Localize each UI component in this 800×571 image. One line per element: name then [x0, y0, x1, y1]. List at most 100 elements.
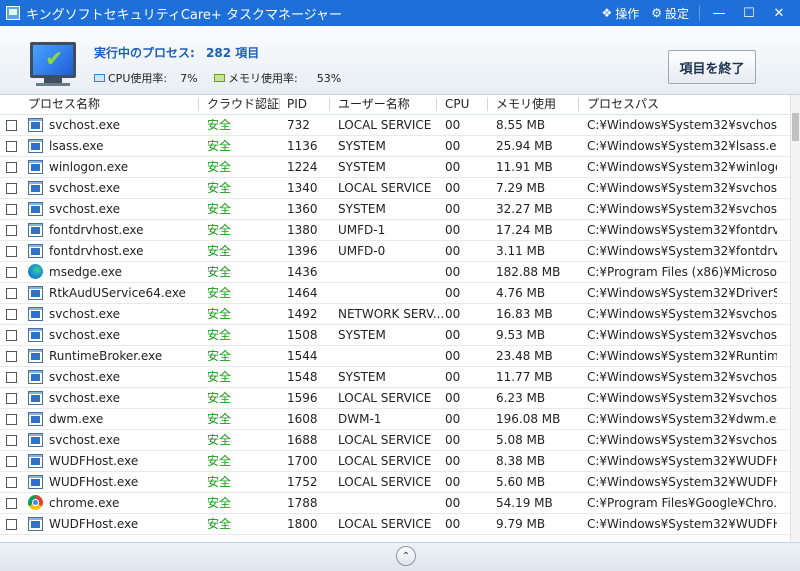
process-cpu: 00 — [445, 454, 461, 468]
row-checkbox[interactable] — [6, 183, 17, 194]
process-window-icon — [28, 433, 43, 447]
process-name: chrome.exe — [49, 496, 120, 510]
process-name: lsass.exe — [49, 139, 104, 153]
row-checkbox[interactable] — [6, 477, 17, 488]
collapse-chevron-up-icon[interactable]: ⌃ — [396, 546, 416, 566]
gear-icon: ⚙ — [651, 6, 662, 20]
minimize-button[interactable]: — — [706, 3, 732, 23]
table-row[interactable]: svchost.exe 安全 1340 LOCAL SERVICE 00 7.29 MB C… — [0, 178, 790, 199]
process-user: SYSTEM — [338, 160, 386, 174]
process-cpu: 00 — [445, 307, 461, 321]
process-path: C:¥Windows¥System32¥DriverSt... — [587, 286, 777, 300]
table-row[interactable]: svchost.exe 安全 1548 SYSTEM 00 11.77 MB C:¥Wind… — [0, 367, 790, 388]
table-row[interactable]: RuntimeBroker.exe 安全 1544 00 23.48 MB C:¥Wind… — [0, 346, 790, 367]
table-row[interactable]: WUDFHost.exe 安全 1752 LOCAL SERVICE 00 5.60 MB… — [0, 472, 790, 493]
table-row[interactable]: WUDFHost.exe 安全 1700 LOCAL SERVICE 00 8.38 MB… — [0, 451, 790, 472]
table-row[interactable]: svchost.exe 安全 1508 SYSTEM 00 9.53 MB C:¥Windo… — [0, 325, 790, 346]
scrollbar-thumb[interactable] — [792, 113, 799, 141]
process-window-icon — [28, 160, 43, 174]
column-header-pid[interactable]: PID — [287, 95, 307, 114]
column-header-name[interactable]: プロセス名称 — [28, 95, 100, 114]
row-checkbox[interactable] — [6, 204, 17, 215]
end-process-button[interactable]: 項目を終了 — [668, 50, 756, 84]
table-row[interactable]: msedge.exe 安全 1436 00 182.88 MB C:¥Program Fi… — [0, 262, 790, 283]
settings-menu-button[interactable]: ⚙ 設定 — [647, 5, 693, 22]
table-row[interactable]: fontdrvhost.exe 安全 1380 UMFD-1 00 17.24 MB C:¥… — [0, 220, 790, 241]
row-checkbox[interactable] — [6, 162, 17, 173]
row-checkbox[interactable] — [6, 246, 17, 257]
table-row[interactable]: svchost.exe 安全 1688 LOCAL SERVICE 00 5.08 MB C… — [0, 430, 790, 451]
process-memory: 16.83 MB — [496, 307, 553, 321]
process-pid: 1544 — [287, 349, 318, 363]
row-checkbox[interactable] — [6, 309, 17, 320]
row-checkbox[interactable] — [6, 267, 17, 278]
cloud-auth-status: 安全 — [207, 328, 232, 342]
row-checkbox[interactable] — [6, 414, 17, 425]
cloud-auth-status: 安全 — [207, 265, 232, 279]
table-row[interactable]: RtkAudUService64.exe 安全 1464 00 4.76 MB C:¥Wi… — [0, 283, 790, 304]
cloud-auth-status: 安全 — [207, 181, 232, 195]
row-checkbox[interactable] — [6, 456, 17, 467]
cloud-auth-status: 安全 — [207, 391, 232, 405]
vertical-scrollbar[interactable] — [790, 95, 800, 542]
process-path: C:¥Windows¥System32¥fontdrv... — [587, 244, 777, 258]
table-row[interactable]: svchost.exe 安全 1492 NETWORK SERV... 00 16.83 … — [0, 304, 790, 325]
row-checkbox[interactable] — [6, 393, 17, 404]
process-pid: 1380 — [287, 223, 318, 237]
table-row[interactable]: WUDFHost.exe 安全 1800 LOCAL SERVICE 00 9.79 MB… — [0, 514, 790, 535]
table-row[interactable]: lsass.exe 安全 1136 SYSTEM 00 25.94 MB C:¥Window… — [0, 136, 790, 157]
row-checkbox[interactable] — [6, 435, 17, 446]
process-memory: 6.23 MB — [496, 391, 546, 405]
process-user: LOCAL SERVICE — [338, 181, 432, 195]
operation-icon: ❖ — [601, 6, 613, 20]
process-pid: 1752 — [287, 475, 318, 489]
operation-menu-button[interactable]: ❖ 操作 — [597, 5, 643, 22]
process-user: SYSTEM — [338, 202, 386, 216]
process-path: C:¥Windows¥System32¥WUDFH... — [587, 454, 777, 468]
process-cpu: 00 — [445, 139, 461, 153]
summary-header: ✔ 実行中のプロセス: 282 項目 CPU使用率: 7% メモリ使用率: 53… — [0, 26, 800, 95]
process-window-icon — [28, 328, 43, 342]
column-header-cpu[interactable]: CPU — [445, 95, 469, 114]
process-cpu: 00 — [445, 433, 461, 447]
table-row[interactable]: svchost.exe 安全 1360 SYSTEM 00 32.27 MB C:¥Wind… — [0, 199, 790, 220]
cloud-auth-status: 安全 — [207, 286, 232, 300]
process-path: C:¥Windows¥System32¥WUDFH... — [587, 517, 777, 531]
table-row[interactable]: chrome.exe 安全 1788 00 54.19 MB C:¥Program Fil… — [0, 493, 790, 514]
row-checkbox[interactable] — [6, 498, 17, 509]
cloud-auth-status: 安全 — [207, 349, 232, 363]
table-row[interactable]: svchost.exe 安全 732 LOCAL SERVICE 00 8.55 MB C:… — [0, 115, 790, 136]
process-pid: 732 — [287, 118, 310, 132]
row-checkbox[interactable] — [6, 141, 17, 152]
table-row[interactable]: winlogon.exe 安全 1224 SYSTEM 00 11.91 MB C:¥Win… — [0, 157, 790, 178]
table-row[interactable]: svchost.exe 安全 1596 LOCAL SERVICE 00 6.23 MB C… — [0, 388, 790, 409]
process-path: C:¥Windows¥System32¥svchost... — [587, 328, 777, 342]
row-checkbox[interactable] — [6, 351, 17, 362]
cloud-auth-status: 安全 — [207, 496, 232, 510]
cloud-auth-status: 安全 — [207, 160, 232, 174]
process-cpu: 00 — [445, 160, 461, 174]
process-user: SYSTEM — [338, 370, 386, 384]
row-checkbox[interactable] — [6, 330, 17, 341]
row-checkbox[interactable] — [6, 519, 17, 530]
column-header-path[interactable]: プロセスパス — [587, 95, 659, 114]
process-name: winlogon.exe — [49, 160, 129, 174]
row-checkbox[interactable] — [6, 225, 17, 236]
table-row[interactable]: dwm.exe 安全 1608 DWM-1 00 196.08 MB C:¥Windows¥… — [0, 409, 790, 430]
row-checkbox[interactable] — [6, 372, 17, 383]
window-title: キングソフトセキュリティCare+ タスクマネージャー — [26, 7, 343, 23]
app-icon — [6, 6, 20, 20]
process-window-icon — [28, 307, 43, 321]
column-header-user[interactable]: ユーザー名称 — [338, 95, 410, 114]
process-path: C:¥Windows¥System32¥lsass.exe — [587, 139, 777, 153]
process-path: C:¥Windows¥System32¥svchost... — [587, 202, 777, 216]
column-header-memory[interactable]: メモリ使用 — [496, 95, 556, 114]
column-header-cloud-auth[interactable]: クラウド認証 — [207, 95, 279, 114]
row-checkbox[interactable] — [6, 120, 17, 131]
row-checkbox[interactable] — [6, 288, 17, 299]
process-path: C:¥Windows¥System32¥fontdrv... — [587, 223, 777, 237]
close-button[interactable]: ✕ — [766, 3, 792, 23]
maximize-button[interactable]: ☐ — [736, 3, 762, 23]
table-row[interactable]: fontdrvhost.exe 安全 1396 UMFD-0 00 3.11 MB C:¥W… — [0, 241, 790, 262]
process-name: WUDFHost.exe — [49, 517, 139, 531]
